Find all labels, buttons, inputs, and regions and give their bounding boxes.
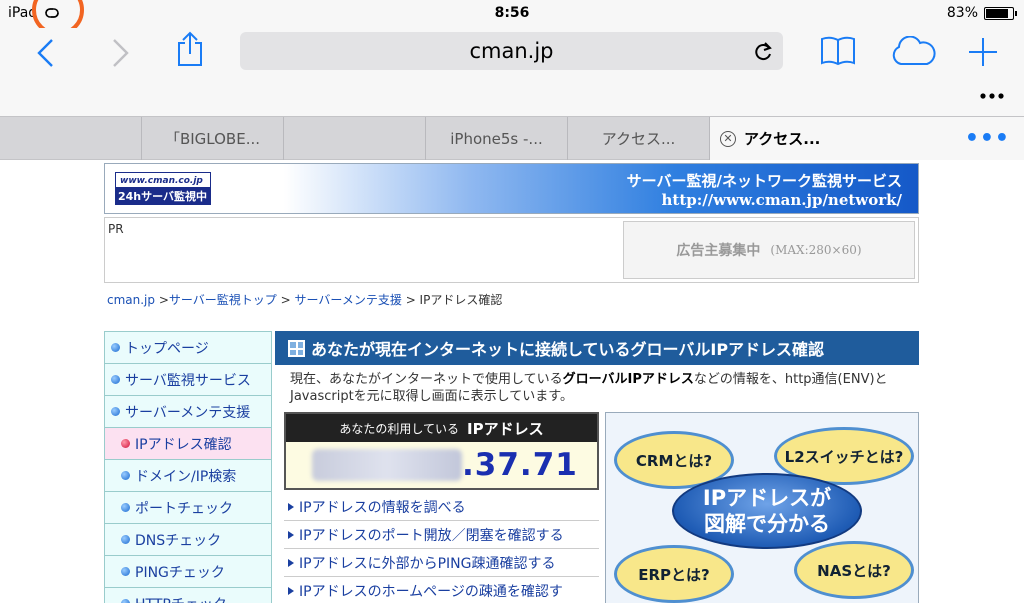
sidebar-item-top[interactable]: トップページ: [104, 331, 272, 363]
breadcrumb-home[interactable]: cman.jp: [107, 293, 155, 307]
bullet-icon: [111, 375, 120, 384]
breadcrumb-maintenance[interactable]: サーバーメンテ支援: [294, 293, 401, 307]
triangle-bullet-icon: [288, 558, 294, 567]
status-right: 83%: [946, 5, 1017, 21]
ad-bubble-erp: ERPとは?: [614, 545, 734, 603]
tab-3[interactable]: [284, 117, 426, 160]
ad-placeholder-size: (MAX:280×60): [770, 243, 862, 257]
banner-url: http://www.cman.jp/network/: [661, 191, 902, 209]
link-ip-info[interactable]: IPアドレスの情報を調べる: [284, 493, 599, 521]
ad-placeholder-text: 広告主募集中: [676, 243, 761, 259]
ip-guide-ad[interactable]: CRMとは? L2スイッチとは? ERPとは? NASとは? IPアドレスが 図…: [605, 412, 919, 603]
main-content: あなたが現在インターネットに接続しているグローバルIPアドレス確認 現在、あなた…: [275, 331, 919, 603]
bullet-icon: [121, 503, 130, 512]
ip-address-box: あなたの利用している IPアドレス .37.71: [284, 412, 599, 490]
forward-arrow-icon[interactable]: [110, 38, 130, 68]
triangle-bullet-icon: [288, 586, 294, 595]
active-tab-label: アクセス...: [744, 130, 821, 148]
ad-bubble-nas: NASとは?: [794, 541, 914, 599]
ip-box-header: あなたの利用している IPアドレス: [286, 414, 597, 442]
triangle-bullet-icon: [288, 502, 294, 511]
sidebar-item-ping-check[interactable]: PINGチェック: [104, 555, 272, 587]
browser-toolbar: cman.jp: [0, 28, 1024, 116]
more-icon[interactable]: [980, 92, 1004, 100]
icloud-tabs-icon[interactable]: [889, 36, 937, 66]
bullet-icon: [121, 471, 130, 480]
new-tab-icon[interactable]: [968, 37, 998, 67]
page-title: あなたが現在インターネットに接続しているグローバルIPアドレス確認: [311, 340, 825, 359]
pr-label: PR: [108, 222, 124, 236]
top-banner[interactable]: www.cman.co.jp 24hサーバ監視中 サーバー監視/ネットワーク監視…: [104, 163, 919, 214]
page-description: 現在、あなたがインターネットで使用しているグローバルIPアドレスなどの情報を、h…: [290, 372, 888, 404]
bullet-icon: [111, 343, 120, 352]
banner-logo-url: www.cman.co.jp: [115, 172, 211, 188]
tab-1[interactable]: [0, 117, 142, 160]
breadcrumb: cman.jp >サーバー監視トップ > サーバーメンテ支援 > IPアドレス確…: [107, 293, 503, 307]
sidebar-item-monitoring[interactable]: サーバ監視サービス: [104, 363, 272, 395]
link-ping-check[interactable]: IPアドレスに外部からPING疎通確認する: [284, 549, 599, 577]
sidebar-item-port-check[interactable]: ポートチェック: [104, 491, 272, 523]
tab-bar: 「BIGLOBE... iPhone5s -... アクセス... ✕ アクセス…: [0, 116, 1024, 160]
close-tab-icon[interactable]: ✕: [720, 130, 736, 147]
breadcrumb-monitoring[interactable]: サーバー監視トップ: [169, 293, 277, 307]
ad-placeholder[interactable]: 広告主募集中 (MAX:280×60): [623, 221, 915, 279]
reload-icon[interactable]: [753, 40, 773, 62]
status-bar: iPad 8:56 83%: [0, 0, 1024, 36]
triangle-bullet-icon: [288, 530, 294, 539]
ad-headline: IPアドレスが 図解で分かる: [672, 473, 862, 549]
tab-5[interactable]: アクセス...: [568, 117, 710, 160]
sidebar-item-maintenance[interactable]: サーバーメンテ支援: [104, 395, 272, 427]
battery-percent: 83%: [946, 5, 978, 21]
bullet-icon: [121, 439, 130, 448]
redacted-ip-part: [312, 449, 462, 481]
banner-logo-tag: 24hサーバ監視中: [115, 188, 211, 205]
bullet-icon: [121, 535, 130, 544]
pr-area: PR 広告主募集中 (MAX:280×60): [104, 217, 919, 283]
breadcrumb-current: > IPアドレス確認: [401, 293, 503, 307]
banner-logo: www.cman.co.jp 24hサーバ監視中: [115, 172, 211, 206]
tab-more-icon[interactable]: •••: [965, 126, 1010, 151]
main-title-bar: あなたが現在インターネットに接続しているグローバルIPアドレス確認: [275, 331, 919, 365]
back-arrow-icon[interactable]: [36, 38, 56, 68]
bullet-icon: [121, 567, 130, 576]
web-content: www.cman.co.jp 24hサーバ監視中 サーバー監視/ネットワーク監視…: [0, 160, 1024, 603]
bullet-icon: [111, 407, 120, 416]
sidebar-item-domain-search[interactable]: ドメイン/IP検索: [104, 459, 272, 491]
sidebar-item-dns-check[interactable]: DNSチェック: [104, 523, 272, 555]
share-icon[interactable]: [176, 31, 204, 67]
ip-address-value: .37.71: [286, 442, 597, 488]
bookmarks-icon[interactable]: [820, 36, 856, 66]
sidebar-item-http-check[interactable]: HTTPチェック: [104, 587, 272, 603]
sidebar-item-ip-check[interactable]: IPアドレス確認: [104, 427, 272, 459]
tab-active[interactable]: ✕ アクセス... •••: [710, 117, 1024, 160]
url-text: cman.jp: [469, 39, 554, 63]
ip-tool-links: IPアドレスの情報を調べる IPアドレスのポート開放／閉塞を確認する IPアドレ…: [284, 493, 599, 603]
clock: 8:56: [494, 5, 530, 21]
link-http-check[interactable]: IPアドレスのホームページの疎通を確認す: [284, 577, 599, 603]
tab-4[interactable]: iPhone5s -...: [426, 117, 568, 160]
tab-2[interactable]: 「BIGLOBE...: [142, 117, 284, 160]
sidebar: トップページ サーバ監視サービス サーバーメンテ支援 IPアドレス確認 ドメイン…: [104, 331, 272, 603]
link-port-check[interactable]: IPアドレスのポート開放／閉塞を確認する: [284, 521, 599, 549]
address-bar[interactable]: cman.jp: [240, 32, 783, 70]
battery-icon: [984, 6, 1017, 20]
bullet-icon: [121, 599, 130, 603]
window-grid-icon: [288, 339, 305, 357]
banner-title: サーバー監視/ネットワーク監視サービス: [626, 172, 902, 190]
